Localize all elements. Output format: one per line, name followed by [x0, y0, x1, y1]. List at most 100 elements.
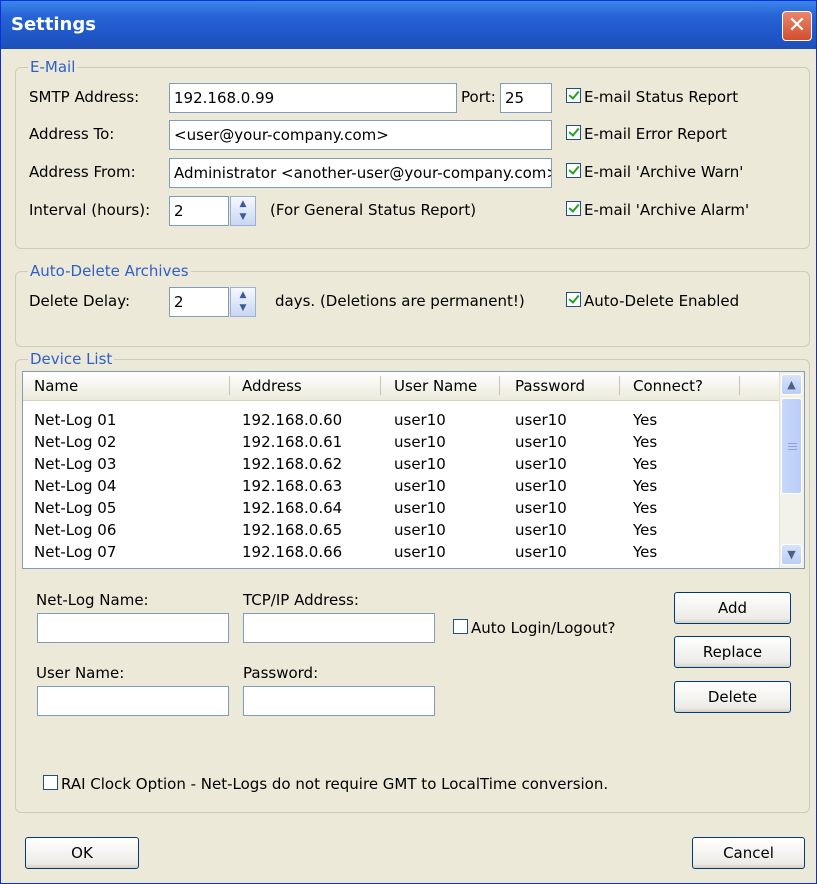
checkbox-email-status[interactable]: E-mail Status Report: [566, 88, 738, 106]
checkbox-label: Auto-Delete Enabled: [584, 292, 740, 310]
checkbox-archive-alarm[interactable]: E-mail 'Archive Alarm': [566, 201, 749, 219]
checkbox-unchecked-icon[interactable]: [43, 775, 58, 790]
cell-address: 192.168.0.61: [242, 433, 343, 451]
column-divider[interactable]: [739, 376, 740, 395]
cell-user-name: user10: [394, 499, 446, 517]
checkbox-checked-icon[interactable]: [566, 88, 581, 103]
checkbox-checked-icon[interactable]: [566, 201, 581, 216]
cell-user-name: user10: [394, 521, 446, 539]
table-row[interactable]: Net-Log 04 192.168.0.63 user10 user10 Ye…: [23, 475, 780, 497]
cell-password: user10: [515, 521, 567, 539]
tcpip-address-label: TCP/IP Address:: [243, 591, 359, 609]
table-row[interactable]: Net-Log 02 192.168.0.61 user10 user10 Ye…: [23, 431, 780, 453]
device-list[interactable]: Name Address User Name Password Connect?…: [22, 371, 805, 569]
table-row[interactable]: Net-Log 07 192.168.0.66 user10 user10 Ye…: [23, 541, 780, 563]
device-list-header: Name Address User Name Password Connect?: [23, 372, 780, 401]
interval-spinner[interactable]: ▲ ▼: [230, 196, 256, 226]
user-name-input[interactable]: [37, 686, 229, 716]
ok-button[interactable]: OK: [25, 837, 139, 869]
scroll-thumb[interactable]: [781, 398, 802, 494]
scroll-up-button[interactable]: ▲: [781, 374, 802, 395]
chevron-up-icon: ▲: [787, 378, 796, 391]
table-row[interactable]: Net-Log 06 192.168.0.65 user10 user10 Ye…: [23, 519, 780, 541]
address-from-field[interactable]: Administrator <another-user@your-company…: [169, 158, 552, 188]
table-row[interactable]: Net-Log 01 192.168.0.60 user10 user10 Ye…: [23, 409, 780, 431]
column-divider[interactable]: [499, 376, 500, 395]
address-from-label: Address From:: [29, 163, 136, 181]
smtp-label: SMTP Address:: [29, 88, 140, 106]
cell-address: 192.168.0.66: [242, 543, 343, 561]
checkbox-email-error[interactable]: E-mail Error Report: [566, 125, 727, 143]
checkbox-label: E-mail Error Report: [584, 125, 727, 143]
cell-connect: Yes: [633, 499, 658, 517]
chevron-down-icon: ▼: [787, 548, 796, 561]
cell-connect: Yes: [633, 411, 658, 429]
checkbox-archive-warn[interactable]: E-mail 'Archive Warn': [566, 163, 743, 181]
checkbox-unchecked-icon[interactable]: [453, 619, 468, 634]
add-button[interactable]: Add: [674, 592, 791, 624]
table-row[interactable]: Net-Log 05 192.168.0.64 user10 user10 Ye…: [23, 497, 780, 519]
column-header-password[interactable]: Password: [515, 377, 585, 395]
net-log-name-input[interactable]: [37, 613, 229, 643]
cell-address: 192.168.0.64: [242, 499, 343, 517]
cell-name: Net-Log 03: [34, 455, 117, 473]
checkbox-label: E-mail 'Archive Alarm': [584, 201, 750, 219]
column-header-user-name[interactable]: User Name: [394, 377, 477, 395]
device-list-scrollbar[interactable]: ▲ ▼: [779, 372, 804, 568]
cell-name: Net-Log 04: [34, 477, 117, 495]
delete-button[interactable]: Delete: [674, 681, 791, 713]
column-header-connect[interactable]: Connect?: [633, 377, 703, 395]
checkbox-rai-clock[interactable]: RAI Clock Option - Net-Logs do not requi…: [43, 775, 608, 793]
days-note: days. (Deletions are permanent!): [275, 292, 525, 310]
column-header-address[interactable]: Address: [242, 377, 302, 395]
dialog-title: Settings: [11, 14, 96, 35]
delete-delay-field[interactable]: 2: [169, 287, 229, 317]
address-to-field[interactable]: <user@your-company.com>: [169, 120, 552, 150]
cell-connect: Yes: [633, 477, 658, 495]
cell-name: Net-Log 01: [34, 411, 117, 429]
cell-address: 192.168.0.63: [242, 477, 343, 495]
checkbox-label: E-mail 'Archive Warn': [584, 163, 744, 181]
delete-delay-label: Delete Delay:: [29, 292, 131, 310]
smtp-address-field[interactable]: 192.168.0.99: [169, 83, 457, 113]
column-header-name[interactable]: Name: [34, 377, 78, 395]
cell-name: Net-Log 05: [34, 499, 117, 517]
delete-delay-spinner[interactable]: ▲ ▼: [230, 287, 256, 317]
cell-address: 192.168.0.60: [242, 411, 343, 429]
cell-password: user10: [515, 499, 567, 517]
scroll-down-button[interactable]: ▼: [781, 544, 802, 565]
checkbox-checked-icon[interactable]: [566, 292, 581, 307]
checkbox-auto-login[interactable]: Auto Login/Logout?: [453, 619, 615, 637]
close-button[interactable]: ✕: [782, 11, 812, 41]
cell-password: user10: [515, 543, 567, 561]
column-divider[interactable]: [619, 376, 620, 395]
table-row[interactable]: Net-Log 03 192.168.0.62 user10 user10 Ye…: [23, 453, 780, 475]
interval-field[interactable]: 2: [169, 196, 229, 226]
spin-updown-icon: ▲ ▼: [239, 199, 247, 222]
email-group-label: E-Mail: [28, 58, 78, 76]
tcpip-address-input[interactable]: [243, 613, 435, 643]
cancel-button[interactable]: Cancel: [692, 837, 805, 869]
settings-dialog: Settings ✕ E-Mail SMTP Address: 192.168.…: [0, 0, 817, 884]
checkbox-auto-delete[interactable]: Auto-Delete Enabled: [566, 292, 739, 310]
device-list-group-label: Device List: [28, 350, 115, 368]
checkbox-label: E-mail Status Report: [584, 88, 739, 106]
port-field[interactable]: 25: [500, 83, 552, 113]
replace-button[interactable]: Replace: [674, 636, 791, 668]
checkbox-checked-icon[interactable]: [566, 125, 581, 140]
cell-connect: Yes: [633, 455, 658, 473]
cell-address: 192.168.0.65: [242, 521, 343, 539]
title-bar[interactable]: Settings ✕: [1, 1, 816, 49]
cell-user-name: user10: [394, 411, 446, 429]
autodelete-group-label: Auto-Delete Archives: [28, 262, 191, 280]
column-divider[interactable]: [229, 376, 230, 395]
cell-password: user10: [515, 411, 567, 429]
grip-line: [788, 446, 797, 447]
cell-password: user10: [515, 455, 567, 473]
user-name-label: User Name:: [36, 664, 125, 682]
password-label: Password:: [243, 664, 319, 682]
checkbox-checked-icon[interactable]: [566, 163, 581, 178]
column-divider[interactable]: [380, 376, 381, 395]
password-input[interactable]: [243, 686, 435, 716]
net-log-name-label: Net-Log Name:: [36, 591, 149, 609]
